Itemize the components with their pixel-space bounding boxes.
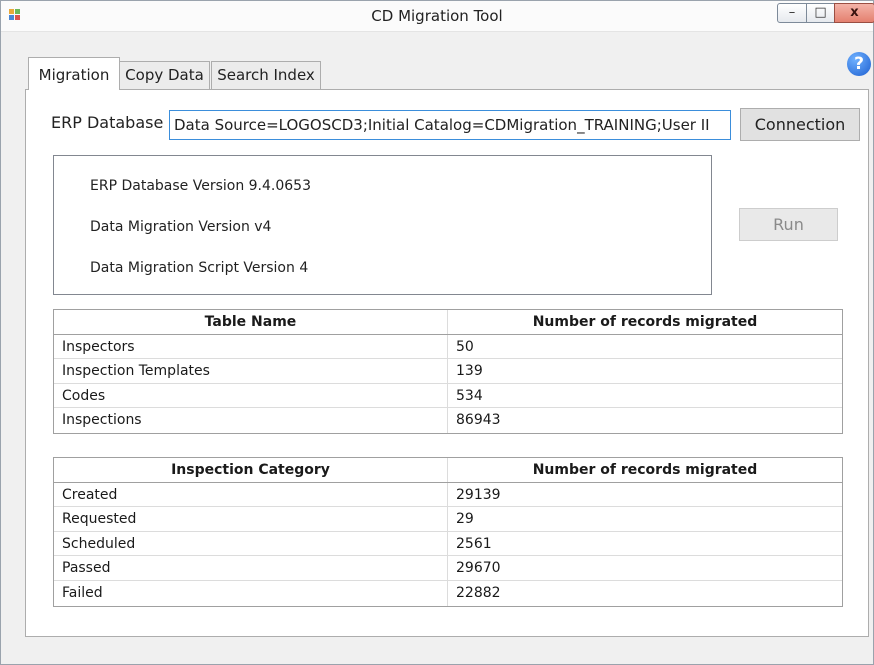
record-count-cell: 139 bbox=[456, 363, 483, 380]
title-bar[interactable]: CD Migration Tool – □ x bbox=[1, 1, 874, 32]
category-cell: Scheduled bbox=[54, 531, 448, 556]
table-row[interactable]: Created 29139 bbox=[54, 482, 842, 508]
record-count-cell: 534 bbox=[456, 387, 483, 404]
tab-copy-data[interactable]: Copy Data bbox=[119, 61, 210, 89]
record-count-cell: 50 bbox=[456, 338, 474, 355]
maximize-button[interactable]: □ bbox=[806, 3, 835, 23]
data-migration-script-version: Data Migration Script Version 4 bbox=[90, 260, 309, 276]
tab-search-index[interactable]: Search Index bbox=[211, 61, 321, 89]
record-count-cell: 2561 bbox=[456, 535, 492, 552]
table-row[interactable]: Inspections 86943 bbox=[54, 408, 842, 433]
minimize-button[interactable]: – bbox=[777, 3, 807, 23]
category-cell: Failed bbox=[54, 580, 448, 606]
tab-migration[interactable]: Migration bbox=[28, 57, 120, 90]
version-info-box: ERP Database Version 9.4.0653 Data Migra… bbox=[53, 155, 712, 295]
category-cell: Requested bbox=[54, 507, 448, 531]
connection-button[interactable]: Connection bbox=[740, 108, 860, 141]
table-row[interactable]: Scheduled 2561 bbox=[54, 531, 842, 557]
column-header-inspection-category[interactable]: Inspection Category bbox=[54, 458, 448, 482]
category-cell: Passed bbox=[54, 556, 448, 580]
record-count-cell: 29139 bbox=[456, 486, 501, 503]
table-name-cell: Inspections bbox=[54, 408, 448, 433]
table-row[interactable]: Failed 22882 bbox=[54, 580, 842, 606]
column-header-records-migrated[interactable]: Number of records migrated bbox=[448, 458, 842, 482]
record-count-cell: 29 bbox=[456, 511, 474, 528]
table-row[interactable]: Inspectors 50 bbox=[54, 334, 842, 360]
table-row[interactable]: Inspection Templates 139 bbox=[54, 359, 842, 384]
connection-string-input[interactable]: Data Source=LOGOSCD3;Initial Catalog=CDM… bbox=[169, 110, 731, 140]
column-header-records-migrated[interactable]: Number of records migrated bbox=[448, 310, 842, 334]
main-window: CD Migration Tool – □ x Migration Copy D… bbox=[0, 0, 874, 665]
table-name-cell: Codes bbox=[54, 383, 448, 408]
run-button[interactable]: Run bbox=[739, 208, 838, 241]
category-cell: Created bbox=[54, 482, 448, 507]
data-migration-version: Data Migration Version v4 bbox=[90, 219, 272, 235]
table-counts-grid[interactable]: Table Name Number of records migrated In… bbox=[53, 309, 843, 434]
erp-database-version: ERP Database Version 9.4.0653 bbox=[90, 178, 311, 194]
table-header-row: Inspection Category Number of records mi… bbox=[54, 458, 842, 483]
erp-database-label: ERP Database bbox=[51, 113, 164, 132]
table-header-row: Table Name Number of records migrated bbox=[54, 310, 842, 335]
record-count-cell: 86943 bbox=[456, 412, 501, 429]
table-name-cell: Inspection Templates bbox=[54, 359, 448, 383]
category-counts-grid[interactable]: Inspection Category Number of records mi… bbox=[53, 457, 843, 607]
table-row[interactable]: Codes 534 bbox=[54, 383, 842, 409]
table-name-cell: Inspectors bbox=[54, 334, 448, 359]
record-count-cell: 29670 bbox=[456, 560, 501, 577]
column-header-table-name[interactable]: Table Name bbox=[54, 310, 448, 334]
record-count-cell: 22882 bbox=[456, 584, 501, 601]
table-row[interactable]: Passed 29670 bbox=[54, 556, 842, 581]
close-button[interactable]: x bbox=[834, 3, 874, 23]
table-row[interactable]: Requested 29 bbox=[54, 507, 842, 532]
help-icon[interactable]: ? bbox=[847, 52, 871, 76]
window-title: CD Migration Tool bbox=[371, 7, 503, 25]
window-bottom-strip bbox=[1, 649, 873, 664]
